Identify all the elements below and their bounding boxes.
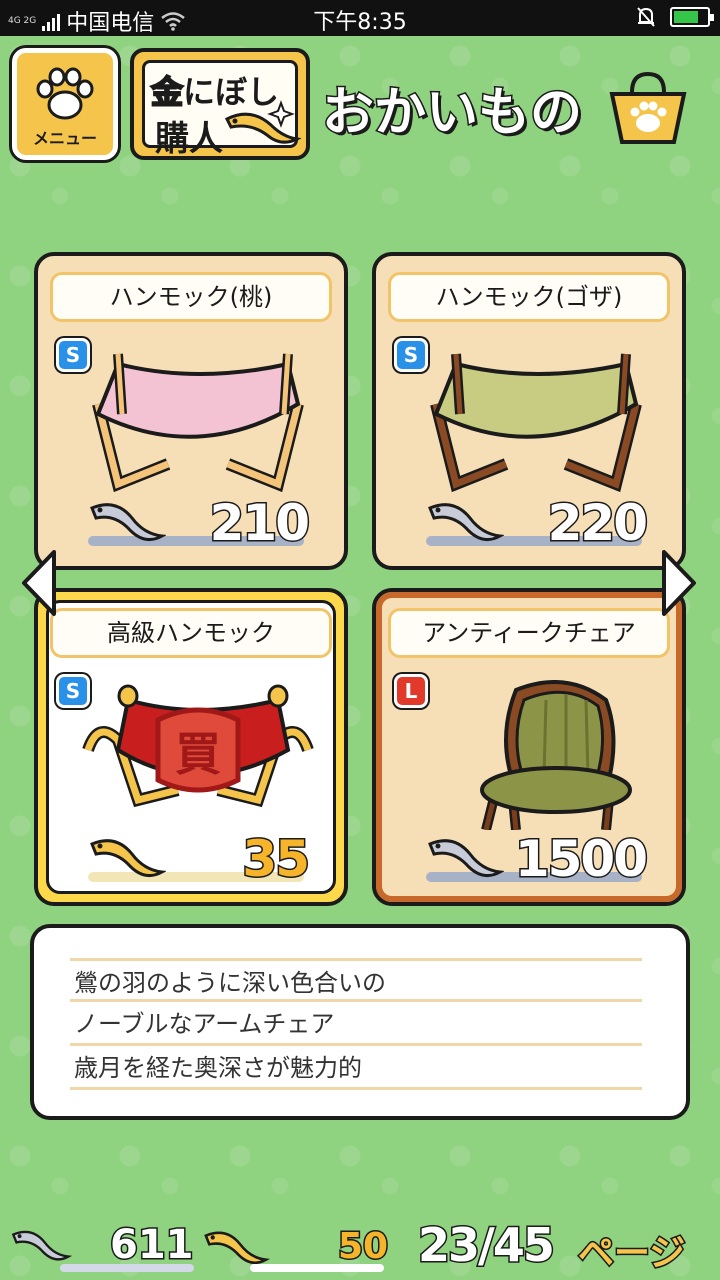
menu-button[interactable]: メニュー: [12, 48, 118, 160]
buy-niboshi-panel: 金にぼし 購人: [142, 60, 301, 159]
item-price: 1500: [513, 829, 649, 890]
silver-fish-icon: [428, 839, 504, 878]
gold-fish-icon: [204, 1231, 270, 1265]
hammock-peach-image: [92, 353, 304, 493]
description-line: 鶯の羽のように深い色合いの: [70, 958, 642, 1002]
item-card-hammock-peach[interactable]: ハンモック(桃) S 210: [34, 252, 348, 570]
shopping-bag-icon: [609, 71, 687, 144]
description-line: ノーブルなアームチェア: [70, 1002, 642, 1046]
buy-niboshi-line2: 購人: [155, 119, 223, 159]
silver-fish-icon: [90, 503, 166, 542]
page-title: おかいもの: [320, 82, 583, 145]
battery-icon: [670, 7, 714, 27]
silver-niboshi-count: 611: [109, 1221, 195, 1270]
luxury-hammock-image: 買: [82, 684, 314, 808]
antique-chair-image: [480, 680, 632, 830]
item-price: 35: [241, 829, 312, 890]
paw-icon: [36, 67, 94, 120]
menu-label: メニュー: [32, 129, 97, 148]
gold-fish-icon: [224, 100, 301, 144]
description-line: 歳月を経た奥深さが魅力的: [70, 1046, 642, 1090]
gold-niboshi-count: 50: [336, 1225, 389, 1269]
item-price: 220: [546, 493, 649, 554]
buy-niboshi-button[interactable]: 金にぼし 購人: [130, 48, 310, 160]
silver-fish-icon: [428, 503, 504, 542]
clock: 下午8:35: [313, 10, 407, 35]
prev-page-arrow-icon[interactable]: [18, 548, 58, 618]
item-card-hammock-goza[interactable]: ハンモック(ゴザ) S 220: [372, 252, 686, 570]
item-name: ハンモック(ゴザ): [388, 272, 670, 322]
item-name: ハンモック(桃): [50, 272, 332, 322]
item-card-luxury-hammock[interactable]: 高級ハンモック S 買 35: [34, 588, 348, 906]
item-name: アンティークチェア: [388, 608, 670, 658]
item-description-box: 鶯の羽のように深い色合いの ノーブルなアームチェア 歳月を経た奥深さが魅力的: [30, 924, 690, 1120]
page-indicator: 23/45: [417, 1217, 557, 1274]
hammock-goza-image: [430, 353, 642, 493]
next-page-arrow-icon[interactable]: [660, 548, 700, 618]
silver-fish-icon: [11, 1230, 72, 1261]
status-bar: 4G 2G 中国电信 下午8:35: [0, 0, 720, 36]
mute-bell-icon: [637, 7, 655, 27]
page-label: ページ: [576, 1232, 686, 1276]
item-price: 210: [208, 493, 311, 554]
currency-footer: 611 50 23/45 ページ: [0, 1210, 720, 1280]
gold-kanji: 金: [150, 72, 184, 112]
item-card-antique-chair[interactable]: アンティークチェア L 1500: [372, 588, 686, 906]
purchased-stamp: 買: [175, 727, 221, 781]
item-name: 高級ハンモック: [50, 608, 332, 658]
gold-fish-icon: [90, 839, 166, 878]
status-right: [636, 6, 714, 28]
